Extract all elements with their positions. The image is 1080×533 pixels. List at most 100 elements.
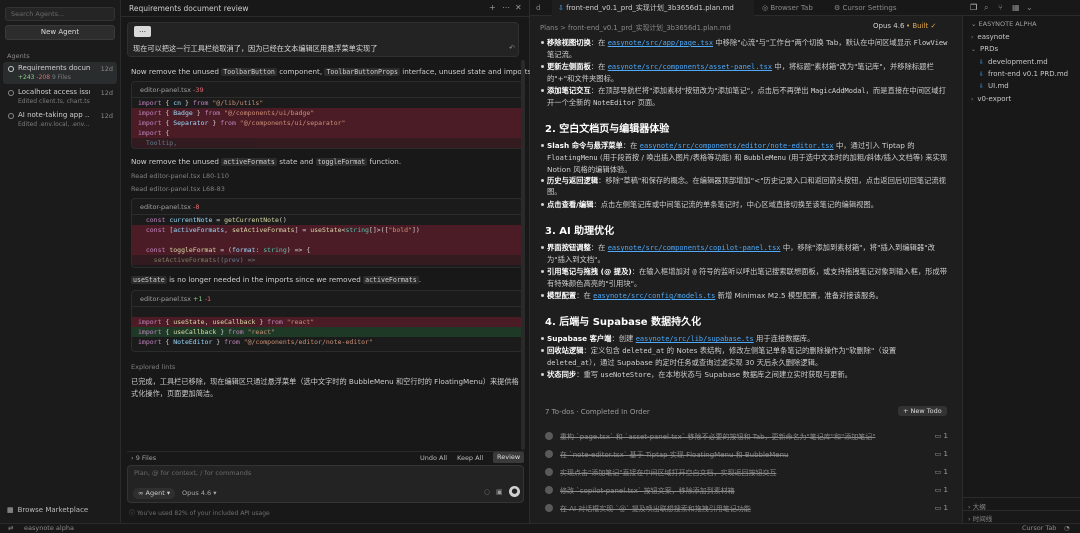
markdown-icon: ⇩: [979, 71, 985, 78]
outline-section[interactable]: › 大纲: [963, 497, 1080, 511]
agent-title: Localhost access issue: [18, 88, 90, 96]
undo-icon[interactable]: ↶: [509, 44, 515, 52]
files-bar: › 9 Files Undo All Keep All Review: [127, 451, 525, 464]
tab-d[interactable]: d: [530, 0, 546, 16]
model-select[interactable]: Opus 4.6 ▾: [182, 489, 217, 497]
new-agent-button[interactable]: New Agent: [5, 25, 115, 40]
code-block-header: editor-panel.tsx +1 -1: [132, 291, 522, 307]
agent-time: 12d: [100, 89, 113, 97]
code-block-header: editor-panel.tsx -8: [132, 199, 522, 215]
chat-scrollbar[interactable]: [521, 60, 525, 450]
review-button[interactable]: Review: [493, 452, 525, 463]
comment-icon: ▭: [934, 468, 942, 476]
agent-item-localhost[interactable]: Localhost access issue Edited client.ts,…: [3, 86, 117, 108]
todo-item[interactable]: 在 `note-editor.tsx` 基于 Tiptap 实现 Floatin…: [545, 447, 950, 465]
agent-title: AI note-taking app ...: [18, 111, 90, 119]
markdown-icon: ⇩: [558, 4, 564, 12]
read-status-2[interactable]: Read editor-panel.tsx L68-83: [131, 185, 225, 193]
timeline-section[interactable]: › 时间线: [963, 510, 1080, 523]
agent-item-requirements[interactable]: Requirements docum... +243 -208 9 Files …: [3, 62, 117, 84]
chevron-down-icon: ▾: [166, 489, 171, 497]
files-icon[interactable]: ❐: [970, 3, 977, 12]
tab-browser[interactable]: ◎ Browser Tab: [756, 0, 819, 16]
loading-icon: ◌: [484, 488, 491, 496]
markdown-icon: ⇩: [979, 83, 985, 90]
chevron-right-icon: ›: [131, 454, 134, 462]
workspace-header[interactable]: ⌄ EASYNOTE ALPHA: [971, 20, 1037, 28]
agent-subtitle: Edited .env.local, .env...: [18, 121, 90, 128]
read-status-1[interactable]: Read editor-panel.tsx L80-110: [131, 172, 229, 180]
usage-note: ⓘ You've used 82% of your included API u…: [129, 510, 270, 517]
marketplace-icon: ▦: [7, 506, 14, 514]
markdown-icon: ⇩: [979, 59, 985, 66]
todo-item[interactable]: 修改 `copilot-panel.tsx` 按钮文案，移除添加到素材箱 ▭ 1: [545, 483, 950, 501]
tree-item-prds[interactable]: ⌄ PRDs: [971, 45, 998, 53]
model-label[interactable]: Opus 4.6: [873, 22, 904, 30]
infinity-icon: ∞: [138, 489, 144, 497]
document-content: Plans > front-end_v0.1_prd_实现计划_3b3656d1…: [530, 16, 963, 523]
tree-item-frontend-prd[interactable]: ⇩ front-end v0.1 PRD.md: [979, 70, 1068, 78]
chevron-down-icon[interactable]: ⌄: [1026, 3, 1033, 12]
chat-input-box[interactable]: Plan, @ for context, / for commands ∞ Ag…: [127, 465, 524, 503]
keep-all-button[interactable]: Keep All: [457, 454, 483, 462]
chevron-right-icon: ›: [971, 96, 974, 103]
assistant-summary-2: 式化操作，页面更加简洁。: [131, 389, 218, 398]
new-todo-button[interactable]: + New Todo: [898, 406, 947, 416]
source-control-icon[interactable]: ⑂: [998, 3, 1003, 12]
check-circle-icon: [545, 432, 553, 440]
code-block-2[interactable]: editor-panel.tsx -8 const currentNote = …: [131, 198, 523, 268]
editor-tabs: d ⇩ front-end_v0.1_prd_实现计划_3b3656d1.pla…: [530, 0, 963, 16]
chevron-down-icon: ⌄: [971, 46, 977, 53]
explored-status[interactable]: Explored lints: [131, 363, 175, 371]
chat-input[interactable]: Plan, @ for context, / for commands: [134, 469, 251, 477]
comment-icon: ▭: [934, 432, 942, 440]
grid-icon[interactable]: ▦: [1012, 3, 1020, 12]
user-message[interactable]: … 现在可以把这一行工具栏给取消了，因为已经在文本编辑区用悬浮菜单实现了 ↶: [127, 22, 519, 57]
section-2-heading: 2. 空白文档页与编辑器体验: [545, 124, 670, 135]
chat-title: Requirements document review: [129, 4, 249, 13]
mic-icon[interactable]: ●: [509, 486, 520, 497]
search-agents-input[interactable]: Search Agents...: [5, 7, 115, 21]
todo-item[interactable]: 在 AI 对话框实现 `@` 提及唤出联想搜索和拖拽引用笔记功能 ▭ 1: [545, 501, 950, 519]
globe-icon: ◎: [762, 4, 769, 12]
code-block-1[interactable]: editor-panel.tsx -39 import { cn } from …: [131, 81, 523, 149]
search-icon[interactable]: ⌕: [984, 3, 988, 13]
comment-icon: ▭: [934, 450, 942, 458]
agent-time: 12d: [100, 65, 113, 73]
bell-icon[interactable]: ◔: [1064, 524, 1070, 532]
tree-item-ui[interactable]: ⇩ UI.md: [979, 82, 1009, 90]
browse-marketplace-button[interactable]: ▦ Browse Marketplace: [7, 506, 88, 514]
remote-icon: ⇄: [8, 524, 14, 532]
todo-item[interactable]: 实现点击"添加笔记"直接在中间区域打开空白文档，实现返回按钮交互 ▭ 1: [545, 465, 950, 483]
assistant-message-3: useState is no longer needed in the impo…: [131, 275, 422, 284]
breadcrumb[interactable]: Plans > front-end_v0.1_prd_实现计划_3b3656d1…: [540, 22, 731, 32]
user-message-text: 现在可以把这一行工具栏给取消了，因为已经在文本编辑区用悬浮菜单实现了: [133, 44, 378, 53]
agent-item-ai-note[interactable]: AI note-taking app ... Edited .env.local…: [3, 109, 117, 131]
built-label: • Built ✓: [906, 22, 937, 30]
assistant-message-1: Now remove the unused ToolbarButton comp…: [131, 67, 534, 76]
cursor-tab-status[interactable]: Cursor Tab: [1022, 524, 1056, 532]
undo-all-button[interactable]: Undo All: [420, 454, 447, 462]
check-circle-icon: [545, 468, 553, 476]
check-circle-icon: [545, 486, 553, 494]
workspace-indicator[interactable]: ⇄: [8, 524, 13, 532]
tab-plan[interactable]: ⇩ front-end_v0.1_prd_实现计划_3b3656d1.plan.…: [552, 0, 754, 16]
chat-header: Requirements document review + ⋯ ✕: [121, 0, 530, 17]
comment-icon: ▭: [934, 486, 942, 494]
files-toggle[interactable]: › 9 Files: [131, 454, 156, 462]
workspace-name[interactable]: easynote alpha: [24, 524, 74, 532]
mode-select[interactable]: ∞ Agent ▾: [133, 488, 176, 499]
close-icon[interactable]: ✕: [515, 3, 522, 12]
agent-title: Requirements docum...: [18, 64, 90, 72]
code-block-3[interactable]: editor-panel.tsx +1 -1 import { useState…: [131, 290, 523, 352]
todo-item[interactable]: 重构 `page.tsx` 和 `asset-panel.tsx` 移除不必要的…: [545, 429, 950, 447]
image-icon[interactable]: ▣: [496, 488, 503, 496]
more-icon[interactable]: ⋯: [502, 3, 510, 12]
tree-item-easynote[interactable]: › easynote: [971, 33, 1010, 41]
explorer-toolbar: ❐ ⌕ ⑂ ▦ ⌄: [963, 0, 1080, 16]
add-icon[interactable]: +: [489, 3, 496, 12]
check-circle-icon: [545, 450, 553, 458]
tree-item-development[interactable]: ⇩ development.md: [979, 58, 1048, 66]
tree-item-v0-export[interactable]: › v0-export: [971, 95, 1011, 103]
tab-settings[interactable]: ⚙ Cursor Settings: [828, 0, 902, 16]
